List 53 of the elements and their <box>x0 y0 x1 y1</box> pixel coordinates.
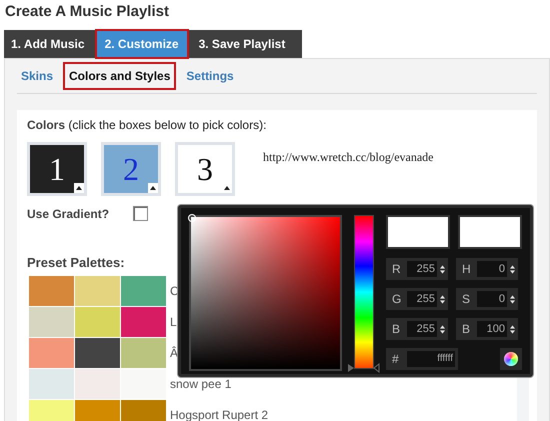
palette-color[interactable] <box>29 400 74 421</box>
palette-color[interactable] <box>121 307 166 337</box>
value-field[interactable]: R 255 <box>386 258 448 280</box>
value-field[interactable]: S 0 <box>456 288 518 310</box>
step-tab[interactable]: 1. Add Music <box>4 30 92 58</box>
subtab[interactable]: Colors and Styles <box>65 64 174 88</box>
palette-color[interactable] <box>121 400 166 421</box>
palette-color[interactable] <box>121 338 166 368</box>
value-field[interactable]: G 255 <box>386 288 448 310</box>
hue-slider[interactable] <box>348 215 379 373</box>
gradient-checkbox[interactable] <box>133 206 148 221</box>
palette-color[interactable] <box>121 276 166 306</box>
palette-name[interactable]: L <box>170 307 177 329</box>
hex-field[interactable]: # ffffff <box>386 348 458 370</box>
palettes-heading: Preset Palettes: <box>27 255 125 270</box>
colors-label: Colors <box>27 118 66 132</box>
palette-color[interactable] <box>29 338 74 368</box>
color-swatch[interactable]: 2 <box>101 142 161 196</box>
color-swatch[interactable]: 1 <box>27 142 87 196</box>
page-title: Create A Music Playlist <box>4 2 170 22</box>
caret-icon <box>74 183 84 193</box>
color-wheel-button[interactable] <box>500 348 522 370</box>
slider-handle[interactable] <box>348 363 380 373</box>
palette-color[interactable] <box>75 400 120 421</box>
spinner-icon[interactable] <box>440 264 445 274</box>
url-text: http://www.wretch.cc/blog/evanade <box>263 150 434 165</box>
value-field[interactable]: B 100 <box>456 318 518 340</box>
spinner-icon[interactable] <box>510 324 515 334</box>
palette-color[interactable] <box>75 369 120 399</box>
spinner-icon[interactable] <box>440 294 445 304</box>
spinner-icon[interactable] <box>440 324 445 334</box>
subtab[interactable]: Skins <box>17 64 58 88</box>
spinner-icon[interactable] <box>510 264 515 274</box>
palette-color[interactable] <box>75 276 120 306</box>
gradient-label: Use Gradient? <box>27 206 110 220</box>
palette-color[interactable] <box>29 307 74 337</box>
palette-color[interactable] <box>29 276 74 306</box>
subtab[interactable]: Settings <box>182 64 238 88</box>
colors-hint: (click the boxes below to pick colors): <box>68 118 266 132</box>
current-color-preview <box>458 215 522 249</box>
value-field[interactable]: B 255 <box>386 318 448 340</box>
saturation-square[interactable] <box>189 215 342 371</box>
step-tab[interactable]: 3. Save Playlist <box>192 30 292 58</box>
color-swatch[interactable]: 3 <box>175 142 235 196</box>
new-color-preview <box>386 215 450 249</box>
palette-color[interactable] <box>29 369 74 399</box>
spinner-icon[interactable] <box>510 294 515 304</box>
palette-color[interactable] <box>75 307 120 337</box>
palette-color[interactable] <box>121 369 166 399</box>
caret-icon <box>148 183 158 193</box>
palette-color[interactable] <box>75 338 120 368</box>
step-tab[interactable]: 2. Customize <box>94 29 189 59</box>
value-field[interactable]: H 0 <box>456 258 518 280</box>
